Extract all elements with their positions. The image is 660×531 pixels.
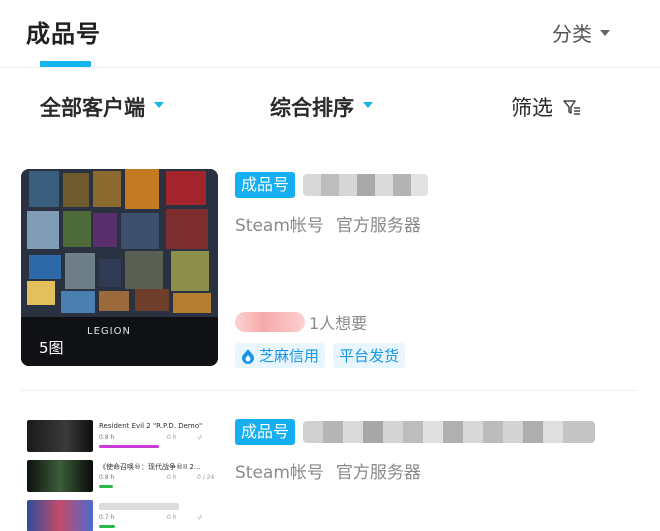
game-row: Resident Evil 2 "R.P.D. Demo" 0.8 h 0 h … [27,420,217,456]
listing-thumbnail[interactable]: Resident Evil 2 "R.P.D. Demo" 0.8 h 0 h … [21,416,218,531]
want-count: 1人想要 [235,310,367,334]
chevron-down-icon [600,29,610,36]
tag-platform-delivery: 平台发货 [333,343,406,368]
listing-card[interactable]: LEGION 5图 成品号 Steam帐号 官方服务器 1人想要 芝麻信用 平台… [0,169,660,369]
image-count: 5图 [39,339,64,357]
game-stat: 0 / 24 [197,474,215,481]
listing-card[interactable]: Resident Evil 2 "R.P.D. Demo" 0.8 h 0 h … [0,416,660,531]
tag-label: 芝麻信用 [259,347,320,365]
server-label: 官方服务器 [335,463,421,483]
sort-dropdown[interactable]: 综合排序 [270,92,373,122]
listing-meta: Steam帐号 官方服务器 [235,211,421,236]
platform-label: Steam帐号 [235,463,324,483]
listing-divider [21,390,637,391]
game-title: Resident Evil 2 "R.P.D. Demo" [99,422,203,430]
blurred-title [303,421,595,443]
top-header: 成品号 分类 [0,0,660,68]
listing-tags: 芝麻信用 平台发货 [235,343,406,368]
category-dropdown[interactable]: 分类 [552,18,610,47]
finished-account-badge: 成品号 [235,419,296,445]
game-stat: 0 h [167,474,177,481]
want-text: 1人想要 [309,314,368,333]
sesame-credit-icon [242,348,254,364]
filter-bar: 全部客户端 综合排序 筛选 [0,84,660,130]
tab-finished-accounts[interactable]: 成品号 [26,14,101,49]
game-title: 《使命召唤®：现代战争®II 2… [99,463,201,471]
listing-meta: Steam帐号 官方服务器 [235,458,421,483]
blurred-price [235,312,305,332]
game-hours: 0.8 h [99,434,115,441]
blurred-title [303,174,428,196]
all-clients-label: 全部客户端 [40,96,145,120]
game-cover [27,500,93,531]
game-stat: -/- [197,514,204,521]
listing-thumbnail[interactable]: LEGION 5图 [21,169,218,366]
game-progress-bar [99,525,115,528]
game-cover [27,420,93,452]
caret-down-icon [363,102,373,108]
finished-account-badge: 成品号 [235,172,296,198]
server-label: 官方服务器 [335,216,421,236]
game-progress-bar [99,485,113,488]
game-hours: 0.8 h [99,474,115,481]
game-stat: 0 h [167,514,177,521]
game-row: 《使命召唤®：现代战争®II 2… 0.8 h 0 h 0 / 24 [27,460,217,496]
all-clients-dropdown[interactable]: 全部客户端 [40,92,164,122]
tag-sesame-credit: 芝麻信用 [235,343,326,368]
legion-logo-text: LEGION [87,326,131,337]
tag-label: 平台发货 [339,347,400,365]
sort-label: 综合排序 [270,96,354,120]
blurred-game-title [99,503,179,510]
game-progress-bar [99,445,159,448]
platform-label: Steam帐号 [235,216,324,236]
active-tab-indicator [40,61,91,67]
filter-label: 筛选 [511,96,553,120]
filter-button[interactable]: 筛选 [511,92,582,122]
game-hours: 0.7 h [99,514,115,521]
category-label: 分类 [552,22,592,46]
game-stat: -/- [197,434,204,441]
game-cover [27,460,93,492]
game-row: 0.7 h 0 h -/- [27,500,217,531]
game-stat: 0 h [167,434,177,441]
caret-down-icon [154,102,164,108]
funnel-icon [563,100,580,115]
